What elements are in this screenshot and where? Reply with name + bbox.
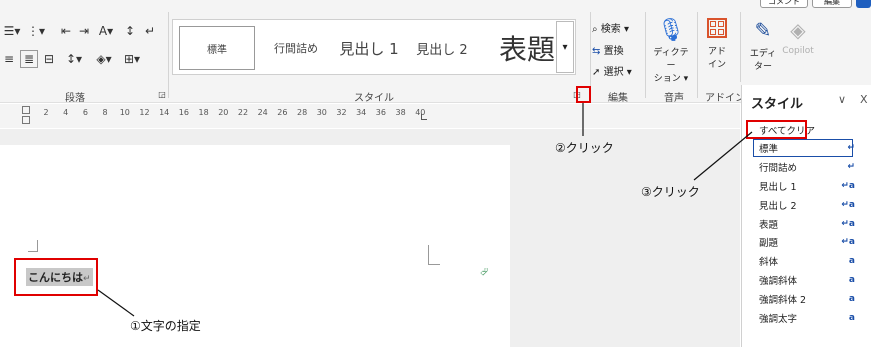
callout-line-step3: [693, 131, 753, 181]
callout-step3: ③クリック: [641, 185, 700, 199]
callout-step1: ①文字の指定: [130, 319, 201, 333]
callout-line-step1: [97, 289, 135, 317]
callout-step2: ②クリック: [555, 141, 614, 155]
callout-lines: [97, 103, 753, 317]
